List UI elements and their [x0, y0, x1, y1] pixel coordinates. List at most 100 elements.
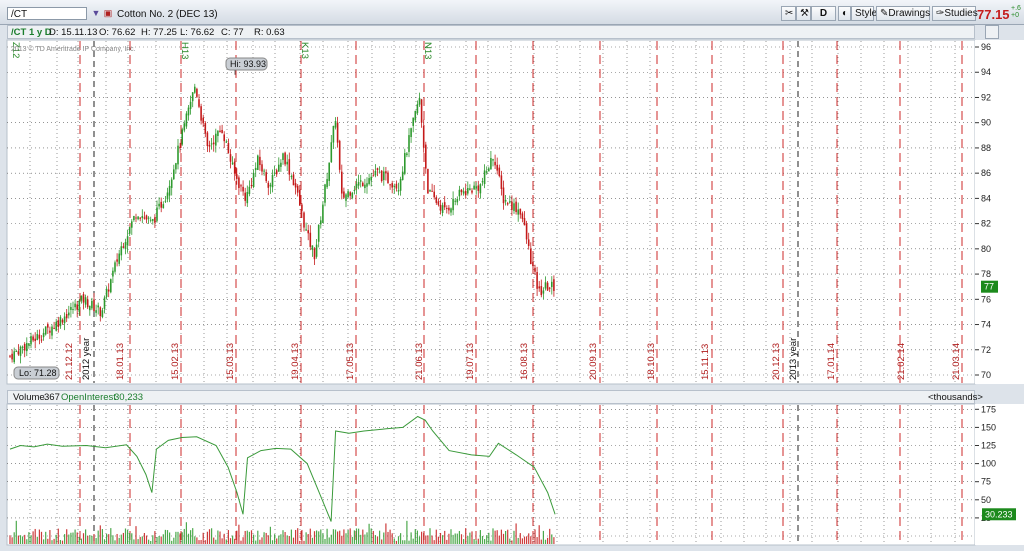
volume-bar: [141, 536, 143, 544]
candle-body: [393, 186, 396, 188]
candle-body: [294, 183, 297, 188]
candle-body: [464, 190, 467, 196]
candle-body: [23, 343, 26, 351]
volume-bar: [137, 539, 139, 544]
candle-body: [139, 217, 141, 219]
candle-body: [143, 217, 146, 219]
candle-body: [359, 180, 362, 182]
candle-body: [343, 191, 345, 198]
candle-body: [414, 110, 417, 121]
candle-body: [103, 297, 106, 309]
volume-bar: [381, 539, 383, 544]
candle-body: [538, 286, 540, 289]
candle-body: [307, 230, 309, 234]
volume-bar: [9, 535, 11, 544]
volume-value: 367: [44, 392, 60, 403]
expiry-contract-label: H13: [179, 42, 190, 59]
volume-bar: [481, 535, 484, 544]
chart-canvas[interactable]: 7072747678808284868890929496 25507510012…: [0, 0, 1024, 551]
candle-body: [548, 287, 551, 289]
candle-body: [198, 99, 200, 107]
volume-bar: [259, 539, 261, 544]
candle-body: [59, 317, 62, 327]
volume-bar: [68, 534, 70, 544]
volume-bar: [261, 537, 263, 544]
volume-bar: [465, 528, 467, 544]
candle-body: [330, 142, 333, 163]
volume-bar: [278, 535, 280, 544]
volume-bar: [47, 538, 49, 544]
volume-bar: [538, 525, 540, 544]
x-axis-label: 15.11.13: [700, 344, 711, 380]
volume-bar: [450, 529, 452, 544]
candle-body: [105, 288, 108, 297]
candle-body: [362, 182, 364, 187]
candle-body: [284, 152, 286, 165]
volume-bar: [108, 534, 110, 544]
candle-body: [68, 312, 70, 316]
candle-body: [439, 204, 442, 211]
candle-body: [303, 212, 305, 228]
candle-body: [544, 282, 547, 289]
candle-body: [551, 281, 553, 288]
candle-body: [124, 242, 127, 250]
volume-bar: [274, 534, 276, 544]
oi-tick-label: 150: [981, 422, 996, 432]
candle-body: [534, 267, 536, 272]
volume-bar: [211, 528, 213, 544]
candle-body: [456, 199, 459, 203]
x-axis-label: 15.02.13: [170, 343, 181, 380]
volume-bar: [429, 528, 431, 544]
candle-body: [156, 207, 158, 221]
volume-bar: [347, 530, 349, 544]
volume-bar: [479, 530, 481, 544]
volume-info-bar: Volume 367 OpenInterest 30,233 <thousand…: [7, 390, 983, 404]
volume-bar: [11, 537, 13, 544]
volume-bar: [57, 528, 59, 544]
candle-body: [34, 338, 36, 341]
candle-body: [189, 101, 192, 109]
volume-bar: [334, 529, 337, 544]
candle-body: [89, 305, 91, 311]
volume-bar: [271, 540, 274, 544]
candle-body: [231, 162, 234, 165]
candle-body: [301, 204, 303, 211]
candle-body: [131, 221, 133, 228]
candle-body: [128, 226, 131, 234]
volume-bar: [22, 536, 24, 544]
volume-bar: [484, 539, 486, 544]
candle-body: [477, 185, 480, 191]
oi-tick-label: 125: [981, 441, 996, 451]
oi-tick-label: 175: [981, 404, 996, 414]
volume-bar: [326, 528, 328, 544]
volume-bar: [135, 526, 137, 544]
candle-body: [328, 162, 330, 181]
volume-bar: [406, 520, 408, 544]
candle-body: [420, 99, 423, 123]
volume-bar: [91, 535, 93, 544]
candle-body: [110, 279, 112, 293]
candle-body: [252, 172, 255, 187]
volume-bar: [53, 538, 55, 544]
volume-bar: [490, 540, 492, 544]
volume-bar: [15, 520, 17, 544]
volume-bar: [244, 530, 246, 544]
volume-bar: [145, 535, 148, 544]
candle-body: [326, 179, 328, 188]
volume-bar: [162, 534, 164, 544]
candle-body: [210, 143, 213, 145]
candle-body: [229, 154, 232, 162]
candle-body: [502, 187, 505, 204]
volume-bar: [414, 529, 416, 544]
volume-bar: [379, 530, 381, 544]
price-tick-label: 84: [981, 193, 991, 203]
candle-body: [433, 191, 435, 198]
x-axis-label: 20.12.13: [771, 343, 782, 380]
candle-body: [135, 217, 137, 219]
candle-body: [26, 343, 28, 352]
candle-body: [126, 236, 129, 246]
price-tick-label: 90: [981, 118, 991, 128]
volume-bar: [345, 533, 347, 544]
candle-body: [202, 117, 204, 124]
volume-bar: [368, 523, 370, 544]
